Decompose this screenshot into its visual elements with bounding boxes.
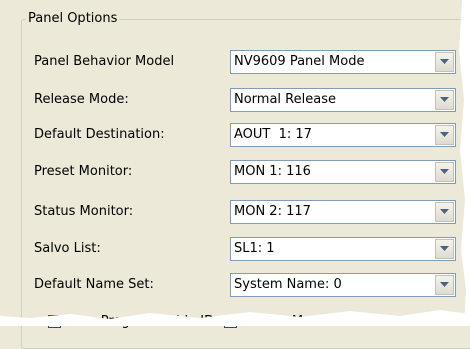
- screen-monitor-option[interactable]: Screen Monitor ...: [224, 314, 358, 329]
- default-name-set-label: Default Name Set:: [34, 277, 154, 292]
- status-monitor-select[interactable]: MON 2: 117: [230, 200, 456, 224]
- panel-behavior-model-dropdown-button[interactable]: [435, 52, 454, 72]
- chevron-down-icon: [440, 59, 449, 64]
- user-programmable-id-checkbox[interactable]: [48, 315, 61, 328]
- default-destination-dropdown-button[interactable]: [435, 125, 454, 145]
- panel-behavior-model-select[interactable]: NV9609 Panel Mode: [230, 50, 456, 74]
- salvo-list-select[interactable]: SL1: 1: [230, 237, 456, 261]
- options-checkbox-row: User Programmable ID Screen Monitor ...: [48, 314, 368, 329]
- salvo-list-dropdown-button[interactable]: [435, 239, 454, 259]
- salvo-list-value: SL1: 1: [234, 241, 275, 256]
- chevron-down-icon: [440, 209, 449, 214]
- preset-monitor-select[interactable]: MON 1: 116: [230, 160, 456, 184]
- chevron-down-icon: [440, 169, 449, 174]
- default-destination-label: Default Destination:: [34, 127, 165, 142]
- release-mode-value: Normal Release: [234, 92, 336, 107]
- panel-behavior-model-label: Panel Behavior Model: [34, 54, 175, 69]
- chevron-down-icon: [440, 246, 449, 251]
- preset-monitor-value: MON 1: 116: [234, 164, 311, 179]
- release-mode-label: Release Mode:: [34, 92, 129, 107]
- screen-monitor-label: Screen Monitor ...: [243, 314, 358, 329]
- screen-monitor-checkbox[interactable]: [224, 315, 238, 328]
- status-monitor-value: MON 2: 117: [234, 204, 311, 219]
- user-programmable-id-option[interactable]: User Programmable ID: [48, 314, 214, 329]
- release-mode-dropdown-button[interactable]: [435, 90, 454, 110]
- default-destination-select[interactable]: AOUT 1: 17: [230, 123, 456, 147]
- panel-options-title: Panel Options: [26, 11, 120, 26]
- default-destination-value: AOUT 1: 17: [234, 127, 312, 142]
- preset-monitor-label: Preset Monitor:: [34, 164, 133, 179]
- chevron-down-icon: [440, 282, 449, 287]
- default-name-set-value: System Name: 0: [234, 277, 342, 292]
- status-monitor-label: Status Monitor:: [34, 204, 134, 219]
- status-monitor-dropdown-button[interactable]: [435, 202, 454, 222]
- user-programmable-id-label: User Programmable ID: [67, 314, 215, 329]
- salvo-list-label: Salvo List:: [34, 241, 101, 256]
- panel-behavior-model-value: NV9609 Panel Mode: [234, 54, 365, 69]
- default-name-set-dropdown-button[interactable]: [435, 275, 454, 295]
- chevron-down-icon: [440, 97, 449, 102]
- default-name-set-select[interactable]: System Name: 0: [230, 273, 456, 297]
- release-mode-select[interactable]: Normal Release: [230, 88, 456, 112]
- preset-monitor-dropdown-button[interactable]: [435, 162, 454, 182]
- chevron-down-icon: [440, 132, 449, 137]
